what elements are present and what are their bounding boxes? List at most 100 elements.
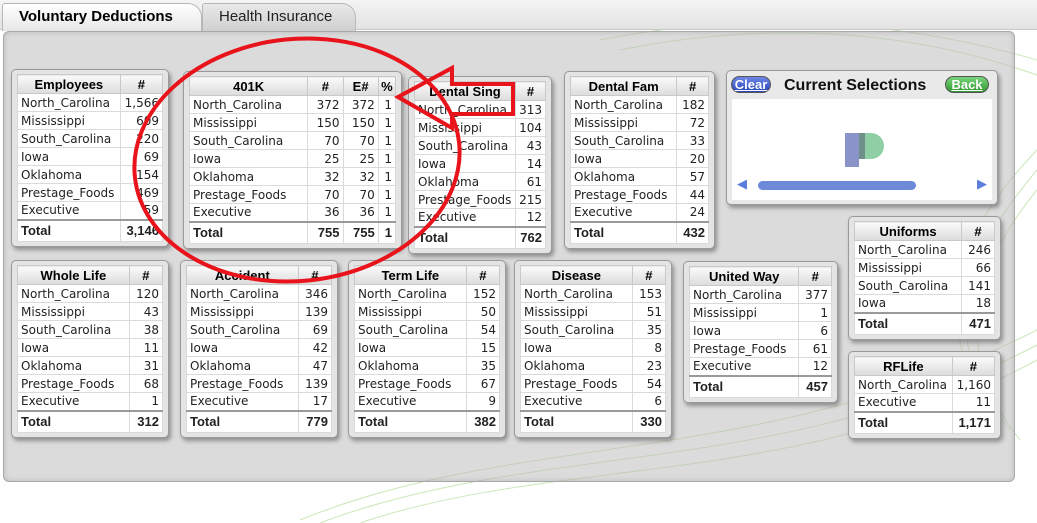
table-row[interactable]: Prestage_Foods 469 xyxy=(17,183,164,202)
row-label[interactable]: North_Carolina xyxy=(854,375,953,394)
table-row[interactable]: Iowa 69 xyxy=(17,147,164,166)
row-label[interactable]: North_Carolina xyxy=(520,284,633,303)
row-label[interactable]: Oklahoma xyxy=(17,356,130,375)
term-life-table[interactable]: Term Life # North_Carolina 152 Mississippi 50… xyxy=(348,260,506,438)
row-label[interactable]: Executive xyxy=(354,392,467,411)
column-header-dimension[interactable]: Employees xyxy=(17,74,121,94)
row-label[interactable]: Iowa xyxy=(853,294,963,313)
table-row[interactable]: Executive 1 xyxy=(17,392,164,411)
table-row[interactable]: Iowa 6 xyxy=(688,321,832,340)
column-header-measure[interactable]: # xyxy=(119,74,164,94)
column-header-measure[interactable]: # xyxy=(465,265,501,285)
row-label[interactable]: Prestage_Foods xyxy=(188,185,309,204)
row-label[interactable]: Prestage_Foods xyxy=(520,374,633,393)
row-label[interactable]: Iowa xyxy=(354,338,467,357)
column-header-measure[interactable]: # xyxy=(951,356,996,376)
table-row[interactable]: North_Carolina 1,566 xyxy=(17,93,164,112)
row-label[interactable]: South_Carolina xyxy=(354,320,467,339)
table-row[interactable]: Mississippi 104 xyxy=(414,118,547,137)
table-row[interactable]: Mississippi 150 150 1 xyxy=(188,113,397,132)
column-header-dimension[interactable]: Accident xyxy=(186,265,299,285)
row-label[interactable]: North_Carolina xyxy=(569,95,678,114)
table-row[interactable]: North_Carolina 1,160 xyxy=(854,375,996,394)
row-label[interactable]: Executive xyxy=(854,393,953,412)
row-label[interactable]: Executive xyxy=(186,392,299,411)
row-label[interactable]: South_Carolina xyxy=(414,136,516,155)
row-label[interactable]: Prestage_Foods xyxy=(688,339,800,358)
row-label[interactable]: Executive xyxy=(17,201,121,220)
column-header-measure[interactable]: # xyxy=(961,221,995,241)
row-label[interactable]: Prestage_Foods xyxy=(186,374,299,393)
table-row[interactable]: South_Carolina 33 xyxy=(569,131,709,150)
table-row[interactable]: Iowa 15 xyxy=(354,338,501,357)
table-row[interactable]: Iowa 14 xyxy=(414,154,547,173)
disease-table[interactable]: Disease # North_Carolina 153 Mississippi 51 So… xyxy=(514,260,672,438)
column-header-measure[interactable]: # xyxy=(297,265,333,285)
table-row[interactable]: Mississippi 72 xyxy=(569,113,709,132)
row-label[interactable]: Mississippi xyxy=(688,303,800,322)
table-row[interactable]: Oklahoma 61 xyxy=(414,172,547,191)
table-row[interactable]: Executive 36 36 1 xyxy=(188,203,397,222)
row-label[interactable]: South_Carolina xyxy=(186,320,299,339)
column-header-dimension[interactable]: Dental Sing xyxy=(414,81,516,101)
accident-table[interactable]: Accident # North_Carolina 346 Mississippi 139… xyxy=(180,260,338,438)
row-label[interactable]: North_Carolina xyxy=(414,100,516,119)
row-label[interactable]: Iowa xyxy=(17,338,130,357)
column-header-measure[interactable]: # xyxy=(631,265,667,285)
table-row[interactable]: North_Carolina 120 xyxy=(17,284,164,303)
column-header-dimension[interactable]: Dental Fam xyxy=(569,76,678,96)
row-label[interactable]: Mississippi xyxy=(569,113,678,132)
table-row[interactable]: Oklahoma 57 xyxy=(569,167,709,186)
column-header-measure[interactable]: # xyxy=(676,76,709,96)
column-header-measure[interactable]: # xyxy=(514,81,547,101)
row-label[interactable]: Iowa xyxy=(17,147,121,166)
table-row[interactable]: Iowa 25 25 1 xyxy=(188,149,397,168)
row-label[interactable]: Prestage_Foods xyxy=(569,185,678,204)
column-header-dimension[interactable]: Disease xyxy=(520,265,633,285)
column-header-dimension[interactable]: RFLife xyxy=(854,356,953,376)
table-row[interactable]: Prestage_Foods 215 xyxy=(414,190,547,209)
column-header-measure[interactable]: E# xyxy=(342,76,379,96)
row-label[interactable]: Executive xyxy=(569,203,678,222)
table-row[interactable]: Mississippi 43 xyxy=(17,302,164,321)
row-label[interactable]: South_Carolina xyxy=(17,320,130,339)
whole-life-table[interactable]: Whole Life # North_Carolina 120 Mississippi 4… xyxy=(11,260,169,438)
row-label[interactable]: Oklahoma xyxy=(569,167,678,186)
row-label[interactable]: Prestage_Foods xyxy=(354,374,467,393)
table-row[interactable]: Oklahoma 32 32 1 xyxy=(188,167,397,186)
table-row[interactable]: North_Carolina 153 xyxy=(520,284,667,303)
row-label[interactable]: South_Carolina xyxy=(520,320,633,339)
table-row[interactable]: North_Carolina 313 xyxy=(414,100,547,119)
table-row[interactable]: Mississippi 51 xyxy=(520,302,667,321)
row-label[interactable]: Prestage_Foods xyxy=(17,374,130,393)
table-row[interactable]: South_Carolina 35 xyxy=(520,320,667,339)
table-row[interactable]: Prestage_Foods 61 xyxy=(688,339,832,358)
table-row[interactable]: North_Carolina 182 xyxy=(569,95,709,114)
column-header-dimension[interactable]: United Way xyxy=(688,266,800,286)
401k-table[interactable]: 401K # E#% North_Carolina 372 372 1 Mississippi… xyxy=(183,71,402,249)
tab-voluntary-deductions[interactable]: Voluntary Deductions xyxy=(2,3,202,31)
scroll-left-icon[interactable]: ◀ xyxy=(737,177,747,192)
row-label[interactable]: Mississippi xyxy=(414,118,516,137)
table-row[interactable]: South_Carolina 38 xyxy=(17,320,164,339)
row-label[interactable]: Mississippi xyxy=(17,302,130,321)
row-label[interactable]: South_Carolina xyxy=(569,131,678,150)
table-row[interactable]: Mississippi 609 xyxy=(17,111,164,130)
row-label[interactable]: Iowa xyxy=(188,149,309,168)
row-label[interactable]: Executive xyxy=(414,208,516,227)
uniforms-table[interactable]: Uniforms # North_Carolina 246 Mississippi 66 S… xyxy=(848,216,1001,340)
united-way-table[interactable]: United Way # North_Carolina 377 Mississippi 1… xyxy=(683,261,838,403)
table-row[interactable]: Executive 11 xyxy=(854,393,996,412)
row-label[interactable]: Oklahoma xyxy=(520,356,633,375)
table-row[interactable]: South_Carolina 141 xyxy=(853,276,995,295)
scroll-right-icon[interactable]: ▶ xyxy=(977,177,987,192)
row-label[interactable]: Mississippi xyxy=(188,113,309,132)
row-label[interactable]: Mississippi xyxy=(17,111,121,130)
table-row[interactable]: Iowa 42 xyxy=(186,338,333,357)
table-row[interactable]: North_Carolina 152 xyxy=(354,284,501,303)
row-label[interactable]: Mississippi xyxy=(853,258,963,277)
row-label[interactable]: Mississippi xyxy=(186,302,299,321)
row-label[interactable]: Iowa xyxy=(186,338,299,357)
row-label[interactable]: Mississippi xyxy=(354,302,467,321)
row-label[interactable]: Executive xyxy=(188,203,309,222)
